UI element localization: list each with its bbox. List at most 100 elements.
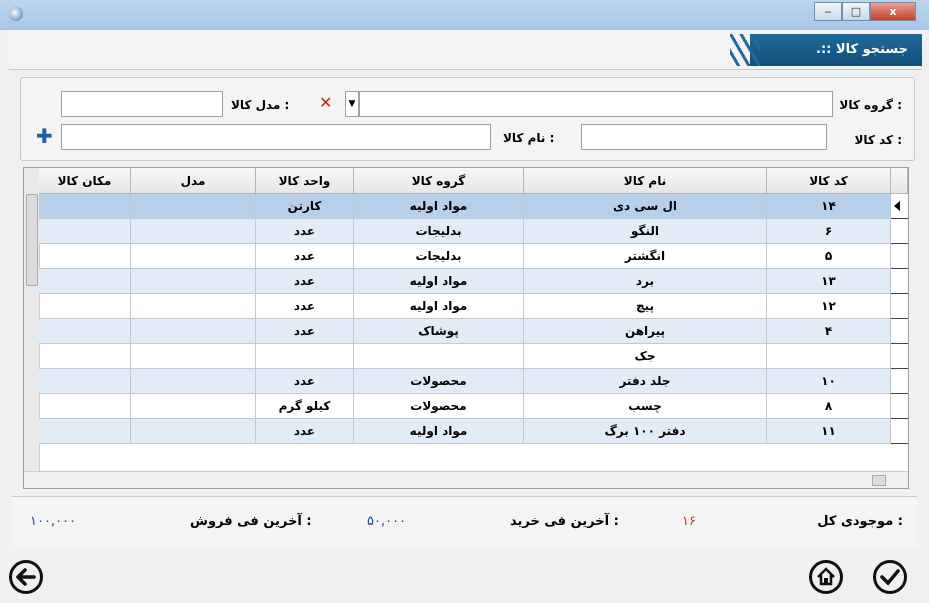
cell-name[interactable]: ال سی دی <box>524 194 767 219</box>
cell-code[interactable]: ۱۴ <box>767 194 891 219</box>
row-indicator[interactable] <box>891 194 908 219</box>
table-row[interactable]: ۱۲ پیچ مواد اولیه عدد <box>24 294 908 319</box>
cell-model[interactable] <box>131 219 256 244</box>
cell-unit[interactable]: عدد <box>256 369 354 394</box>
cell-code[interactable]: ۱۰ <box>767 369 891 394</box>
cell-code[interactable]: ۱۲ <box>767 294 891 319</box>
cell-location[interactable] <box>39 244 131 269</box>
cell-code[interactable] <box>767 344 891 369</box>
cell-unit[interactable]: عدد <box>256 219 354 244</box>
table-row[interactable]: ۱۰ جلد دفتر محصولات عدد <box>24 369 908 394</box>
row-indicator[interactable] <box>891 319 908 344</box>
maximize-button[interactable]: □ <box>842 2 870 21</box>
horizontal-scrollbar[interactable] <box>24 471 908 488</box>
close-button[interactable]: x <box>870 2 916 21</box>
cell-unit[interactable]: عدد <box>256 294 354 319</box>
cell-model[interactable] <box>131 194 256 219</box>
cell-model[interactable] <box>131 294 256 319</box>
cell-name[interactable]: پیراهن <box>524 319 767 344</box>
cell-model[interactable] <box>131 394 256 419</box>
code-input[interactable] <box>581 124 827 150</box>
cell-code[interactable]: ۱۱ <box>767 419 891 444</box>
cell-model[interactable] <box>131 244 256 269</box>
cell-group[interactable]: محصولات <box>354 369 524 394</box>
cell-unit[interactable]: کارتن <box>256 194 354 219</box>
cell-name[interactable]: برد <box>524 269 767 294</box>
cell-name[interactable]: دفتر ۱۰۰ برگ <box>524 419 767 444</box>
cell-name[interactable]: جک <box>524 344 767 369</box>
column-header-code[interactable]: کد کالا <box>767 168 891 194</box>
cell-unit[interactable]: کیلو گرم <box>256 394 354 419</box>
name-input[interactable] <box>61 124 491 150</box>
cell-group[interactable]: مواد اولیه <box>354 419 524 444</box>
column-header-name[interactable]: نام کالا <box>524 168 767 194</box>
cell-location[interactable] <box>39 194 131 219</box>
table-row[interactable]: ۱۱ دفتر ۱۰۰ برگ مواد اولیه عدد <box>24 419 908 444</box>
row-indicator[interactable] <box>891 419 908 444</box>
plus-icon[interactable]: ✚ <box>36 124 53 148</box>
cell-unit[interactable]: عدد <box>256 319 354 344</box>
row-indicator[interactable] <box>891 369 908 394</box>
cell-location[interactable] <box>39 394 131 419</box>
cell-model[interactable] <box>131 344 256 369</box>
cell-model[interactable] <box>131 269 256 294</box>
column-header-unit[interactable]: واحد کالا <box>256 168 354 194</box>
model-input[interactable] <box>61 91 223 117</box>
cell-name[interactable]: النگو <box>524 219 767 244</box>
cell-model[interactable] <box>131 319 256 344</box>
row-indicator[interactable] <box>891 269 908 294</box>
group-combobox[interactable] <box>359 91 833 117</box>
cell-location[interactable] <box>39 219 131 244</box>
cell-code[interactable]: ۶ <box>767 219 891 244</box>
cell-model[interactable] <box>131 369 256 394</box>
cell-code[interactable]: ۸ <box>767 394 891 419</box>
cell-name[interactable]: انگشتر <box>524 244 767 269</box>
cell-location[interactable] <box>39 344 131 369</box>
cell-group[interactable]: بدلیجات <box>354 244 524 269</box>
confirm-button[interactable] <box>873 560 907 594</box>
cell-unit[interactable]: عدد <box>256 269 354 294</box>
table-row[interactable]: ۵ انگشتر بدلیجات عدد <box>24 244 908 269</box>
chevron-down-icon[interactable]: ▼ <box>345 91 359 117</box>
cell-code[interactable]: ۱۳ <box>767 269 891 294</box>
table-row[interactable]: جک <box>24 344 908 369</box>
cell-unit[interactable] <box>256 344 354 369</box>
clear-group-x-icon[interactable]: ✕ <box>319 93 332 112</box>
table-row[interactable]: ۸ چسب محصولات کیلو گرم <box>24 394 908 419</box>
cell-group[interactable]: محصولات <box>354 394 524 419</box>
back-button[interactable] <box>9 560 43 594</box>
column-header-model[interactable]: مدل <box>131 168 256 194</box>
cell-group[interactable]: مواد اولیه <box>354 269 524 294</box>
home-button[interactable] <box>809 560 843 594</box>
cell-unit[interactable]: عدد <box>256 419 354 444</box>
cell-group[interactable]: بدلیجات <box>354 219 524 244</box>
cell-location[interactable] <box>39 319 131 344</box>
table-row[interactable]: ۱۴ ال سی دی مواد اولیه کارتن <box>24 194 908 219</box>
row-indicator[interactable] <box>891 344 908 369</box>
cell-name[interactable]: پیچ <box>524 294 767 319</box>
table-row[interactable]: ۱۳ برد مواد اولیه عدد <box>24 269 908 294</box>
column-header-group[interactable]: گروه کالا <box>354 168 524 194</box>
cell-name[interactable]: چسب <box>524 394 767 419</box>
cell-group[interactable]: پوشاک <box>354 319 524 344</box>
cell-group[interactable]: مواد اولیه <box>354 294 524 319</box>
cell-location[interactable] <box>39 369 131 394</box>
cell-model[interactable] <box>131 419 256 444</box>
cell-code[interactable]: ۵ <box>767 244 891 269</box>
horizontal-scroll-thumb[interactable] <box>872 475 886 486</box>
cell-location[interactable] <box>39 269 131 294</box>
cell-code[interactable]: ۴ <box>767 319 891 344</box>
cell-location[interactable] <box>39 294 131 319</box>
cell-unit[interactable]: عدد <box>256 244 354 269</box>
cell-name[interactable]: جلد دفتر <box>524 369 767 394</box>
cell-location[interactable] <box>39 419 131 444</box>
cell-group[interactable]: مواد اولیه <box>354 194 524 219</box>
row-indicator[interactable] <box>891 244 908 269</box>
table-row[interactable]: ۶ النگو بدلیجات عدد <box>24 219 908 244</box>
minimize-button[interactable]: ‒ <box>814 2 842 21</box>
row-indicator[interactable] <box>891 219 908 244</box>
cell-group[interactable] <box>354 344 524 369</box>
row-indicator[interactable] <box>891 294 908 319</box>
table-row[interactable]: ۴ پیراهن پوشاک عدد <box>24 319 908 344</box>
column-header-location[interactable]: مکان کالا <box>39 168 131 194</box>
